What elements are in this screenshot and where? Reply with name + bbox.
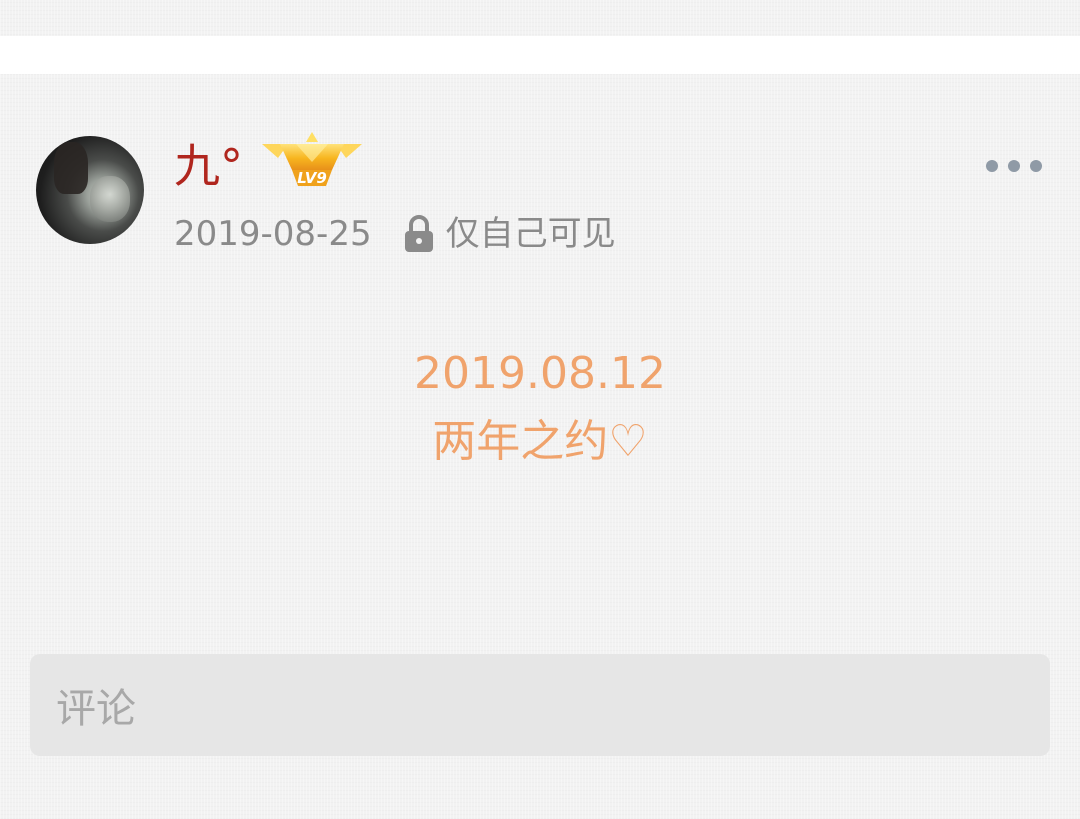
more-icon xyxy=(986,160,998,172)
post-content-line: 2019.08.12 xyxy=(414,348,666,399)
more-icon xyxy=(1008,160,1020,172)
more-icon xyxy=(1030,160,1042,172)
comment-input[interactable]: 评论 xyxy=(30,654,1050,756)
post-header: 九° LV9 2019-08-25 仅自己可见 xyxy=(0,74,1080,274)
lock-icon xyxy=(404,215,433,252)
crown-badge-icon[interactable]: LV9 xyxy=(258,128,366,194)
comment-placeholder: 评论 xyxy=(56,686,136,732)
post-content-line: 两年之约♡ xyxy=(432,416,648,467)
username[interactable]: 九° xyxy=(174,136,243,196)
visibility-label: 仅自己可见 xyxy=(445,214,616,254)
status-bar-area xyxy=(0,0,1080,36)
post-content: 2019.08.12 两年之约♡ xyxy=(0,340,1080,476)
top-divider-bar xyxy=(0,36,1080,74)
post-meta: 2019-08-25 仅自己可见 xyxy=(174,210,616,258)
post-date: 2019-08-25 xyxy=(174,214,372,254)
avatar[interactable] xyxy=(36,136,144,244)
more-options-button[interactable] xyxy=(986,148,1042,184)
level-badge-label: LV9 xyxy=(297,169,327,187)
